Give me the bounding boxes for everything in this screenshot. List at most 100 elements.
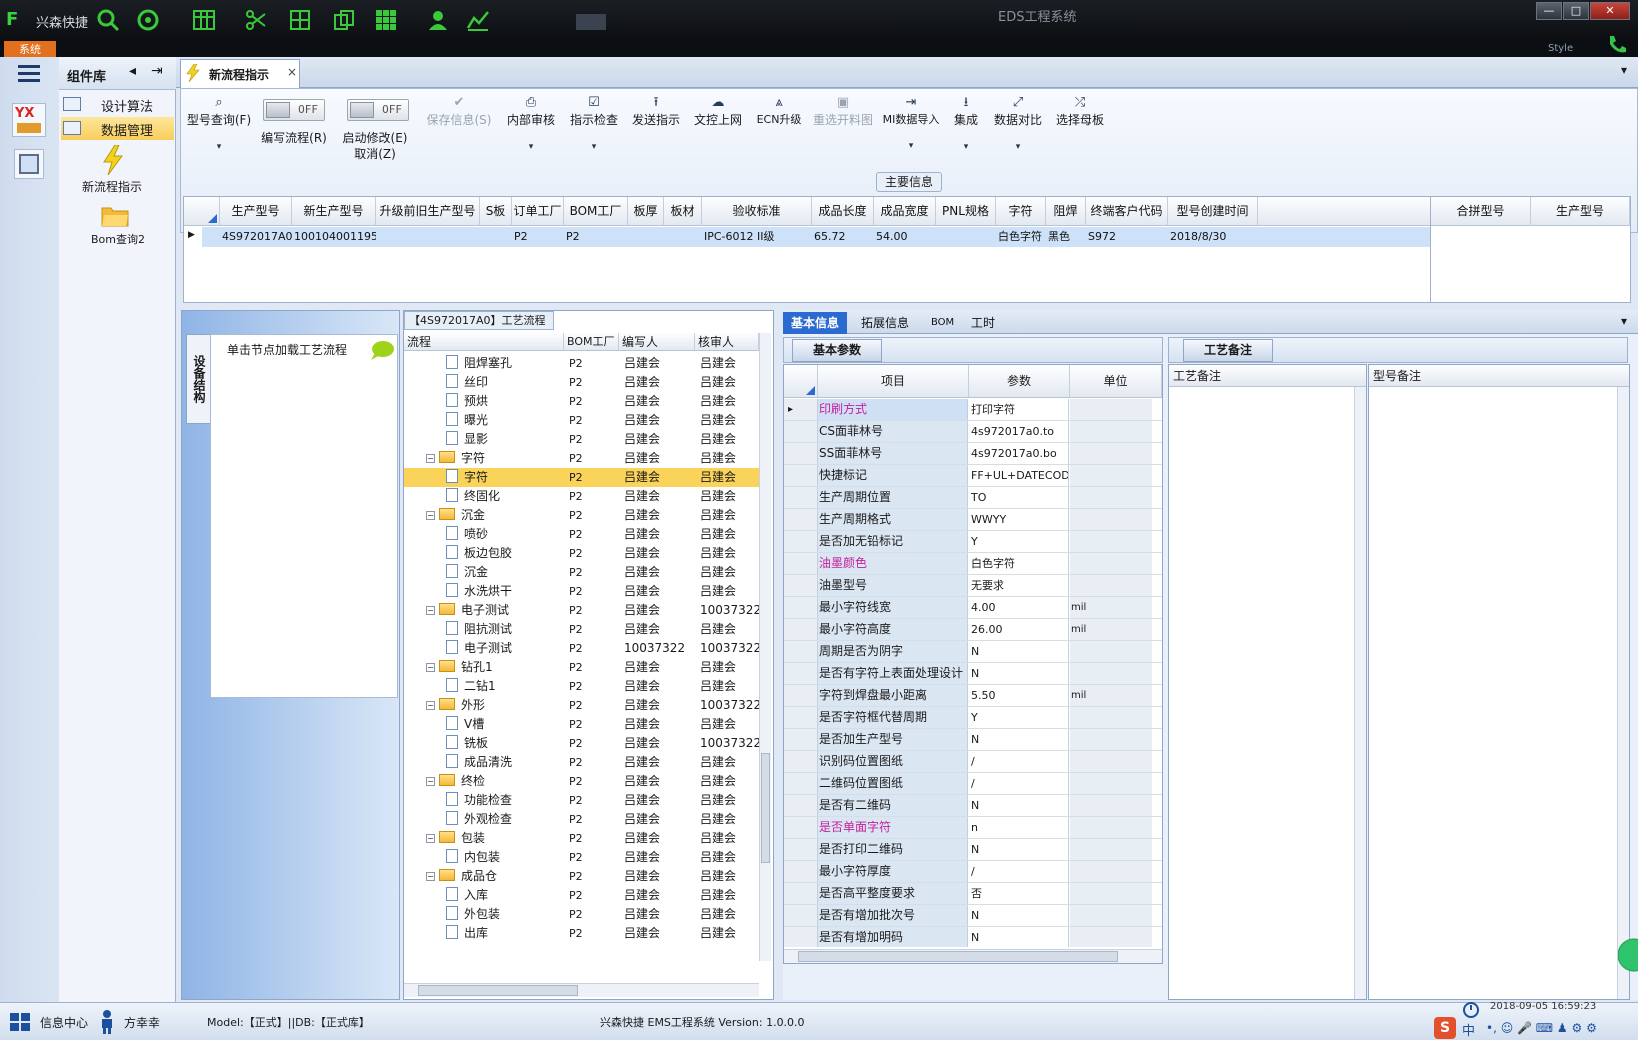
ecn-upgrade-button[interactable]: ⩓ ECN升级 (751, 95, 807, 127)
target-icon[interactable] (136, 8, 160, 32)
param-row[interactable]: 字符到焊盘最小距离 5.50 mil (784, 685, 1162, 707)
tree-row[interactable]: 喷砂 P2 吕建会 吕建会 (404, 525, 759, 544)
tree-row[interactable]: 沉金 P2 吕建会 吕建会 (404, 563, 759, 582)
collapse-left-icon[interactable]: ◂ (129, 63, 136, 79)
column-header[interactable]: 成品宽度 (874, 197, 936, 226)
dropdown-arrow-icon[interactable]: ▾ (181, 142, 257, 152)
param-row[interactable]: 识别码位置图纸 / (784, 751, 1162, 773)
tree-row[interactable]: 外观检查 P2 吕建会 吕建会 (404, 810, 759, 829)
param-value[interactable]: 5.50 (969, 685, 1069, 706)
param-row[interactable]: ▸ 印刷方式 打印字符 (784, 399, 1162, 421)
param-row[interactable]: 是否字符框代替周期 Y (784, 707, 1162, 729)
column-header[interactable]: 参数 (969, 365, 1070, 398)
param-row[interactable]: 是否打印二维码 N (784, 839, 1162, 861)
param-row[interactable]: 是否加无铅标记 Y (784, 531, 1162, 553)
param-row[interactable]: 油墨颜色 白色字符 (784, 553, 1162, 575)
collapse-icon[interactable]: − (426, 834, 435, 843)
param-row[interactable]: 最小字符高度 26.00 mil (784, 619, 1162, 641)
param-value[interactable]: N (969, 729, 1069, 750)
tab-device-structure[interactable]: 设备结构 (186, 334, 212, 424)
row-header[interactable] (784, 685, 818, 706)
param-row[interactable]: 生产周期位置 TO (784, 487, 1162, 509)
dropdown-arrow-icon[interactable]: ▾ (879, 141, 943, 151)
info-center-link[interactable]: 信息中心 (40, 1014, 88, 1031)
collapse-icon[interactable]: − (426, 663, 435, 672)
reselect-cutting-map-button[interactable]: ▣ 重选开料图 (811, 95, 875, 128)
row-header[interactable] (784, 905, 818, 926)
write-flow-toggle[interactable]: OFF (263, 99, 325, 121)
publish-online-button[interactable]: ☁ 文控上网 (689, 95, 747, 128)
tree-row[interactable]: − 终检 P2 吕建会 吕建会 (404, 772, 759, 791)
ime-toolbar-icons[interactable]: •, ☺ 🎤 ⌨ ♟ ⚙ ⚙ (1486, 1021, 1597, 1035)
column-header[interactable]: 项目 (818, 365, 969, 398)
param-value[interactable]: FF+UL+DATECODE (969, 465, 1069, 486)
style-selector[interactable]: Style (1548, 43, 1573, 54)
tab-basic-info[interactable]: 基本信息 (783, 312, 848, 334)
hamburger-menu-icon[interactable] (18, 65, 40, 82)
param-value[interactable]: Y (969, 707, 1069, 728)
param-row[interactable]: 是否单面字符 n (784, 817, 1162, 839)
row-header[interactable] (784, 927, 818, 947)
param-value[interactable]: N (969, 795, 1069, 816)
row-header[interactable] (784, 883, 818, 904)
column-header[interactable]: 订单工厂 (512, 197, 564, 226)
user-icon[interactable] (426, 8, 450, 32)
tree-vertical-scrollbar[interactable] (759, 333, 771, 961)
tree-row[interactable]: 二钻1 P2 吕建会 吕建会 (404, 677, 759, 696)
dropdown-arrow-icon[interactable]: ▾ (503, 142, 559, 152)
start-modify-toggle[interactable]: OFF (347, 99, 409, 121)
calculator-module-icon[interactable] (14, 149, 44, 179)
param-row[interactable]: 是否有增加批次号 N (784, 905, 1162, 927)
param-value[interactable]: / (969, 861, 1069, 882)
row-header[interactable] (784, 619, 818, 640)
integrate-button[interactable]: ⭳ 集成 ▾ (947, 95, 985, 152)
param-value[interactable]: WWYY (969, 509, 1069, 530)
grid-icon[interactable] (192, 8, 216, 32)
param-row[interactable]: 最小字符线宽 4.00 mil (784, 597, 1162, 619)
pin-panel-icon[interactable]: ⇥ (151, 63, 163, 79)
column-header[interactable]: 字符 (996, 197, 1046, 226)
param-value[interactable]: TO (969, 487, 1069, 508)
tree-row[interactable]: 成品清洗 P2 吕建会 吕建会 (404, 753, 759, 772)
tab-new-flow-instruction[interactable]: 新流程指示 × (180, 59, 300, 88)
column-header[interactable]: 合拼型号 (1431, 197, 1531, 226)
param-row[interactable]: 是否有二维码 N (784, 795, 1162, 817)
row-header[interactable] (784, 861, 818, 882)
param-row[interactable]: 周期是否为阴字 N (784, 641, 1162, 663)
tree-row[interactable]: 曝光 P2 吕建会 吕建会 (404, 411, 759, 430)
param-row[interactable]: CS面菲林号 4s972017a0.to (784, 421, 1162, 443)
row-header[interactable] (784, 553, 818, 574)
collapse-icon[interactable]: − (426, 454, 435, 463)
param-row[interactable]: 油墨型号 无要求 (784, 575, 1162, 597)
column-header[interactable]: 工艺备注 (1169, 365, 1366, 387)
send-instruction-button[interactable]: ⭱ 发送指示 (627, 95, 685, 128)
column-header[interactable]: 生产型号 (220, 197, 292, 226)
row-header[interactable] (784, 509, 818, 530)
param-value[interactable]: N (969, 927, 1069, 947)
column-header[interactable]: 编写人 (619, 333, 695, 351)
row-header[interactable] (784, 839, 818, 860)
tree-row[interactable]: − 外形 P2 吕建会 10037322 (404, 696, 759, 715)
param-value[interactable]: N (969, 839, 1069, 860)
ime-mode[interactable]: 中 (1462, 1020, 1475, 1039)
component-item-data-management[interactable]: 数据管理 (61, 117, 174, 140)
tree-row[interactable]: 出库 P2 吕建会 吕建会 (404, 924, 759, 943)
row-header[interactable] (784, 817, 818, 838)
model-note-scrollbar[interactable] (1617, 387, 1629, 999)
param-value[interactable]: 否 (969, 883, 1069, 904)
tile-new-flow-instruction[interactable]: 新流程指示 (59, 145, 176, 195)
param-row[interactable]: 二维码位置图纸 / (784, 773, 1162, 795)
row-header[interactable] (784, 487, 818, 508)
tree-row[interactable]: 终固化 P2 吕建会 吕建会 (404, 487, 759, 506)
column-header[interactable]: 生产型号 (1531, 197, 1630, 226)
collapse-icon[interactable]: − (426, 701, 435, 710)
param-row[interactable]: 生产周期格式 WWYY (784, 509, 1162, 531)
param-value[interactable]: N (969, 905, 1069, 926)
collapse-icon[interactable]: − (426, 872, 435, 881)
collapse-icon[interactable]: − (426, 511, 435, 520)
tree-row[interactable]: 丝印 P2 吕建会 吕建会 (404, 373, 759, 392)
maximize-button[interactable]: □ (1563, 2, 1589, 20)
tree-row[interactable]: − 成品仓 P2 吕建会 吕建会 (404, 867, 759, 886)
column-header[interactable]: 型号备注 (1369, 365, 1629, 387)
chart-icon[interactable] (466, 8, 490, 32)
